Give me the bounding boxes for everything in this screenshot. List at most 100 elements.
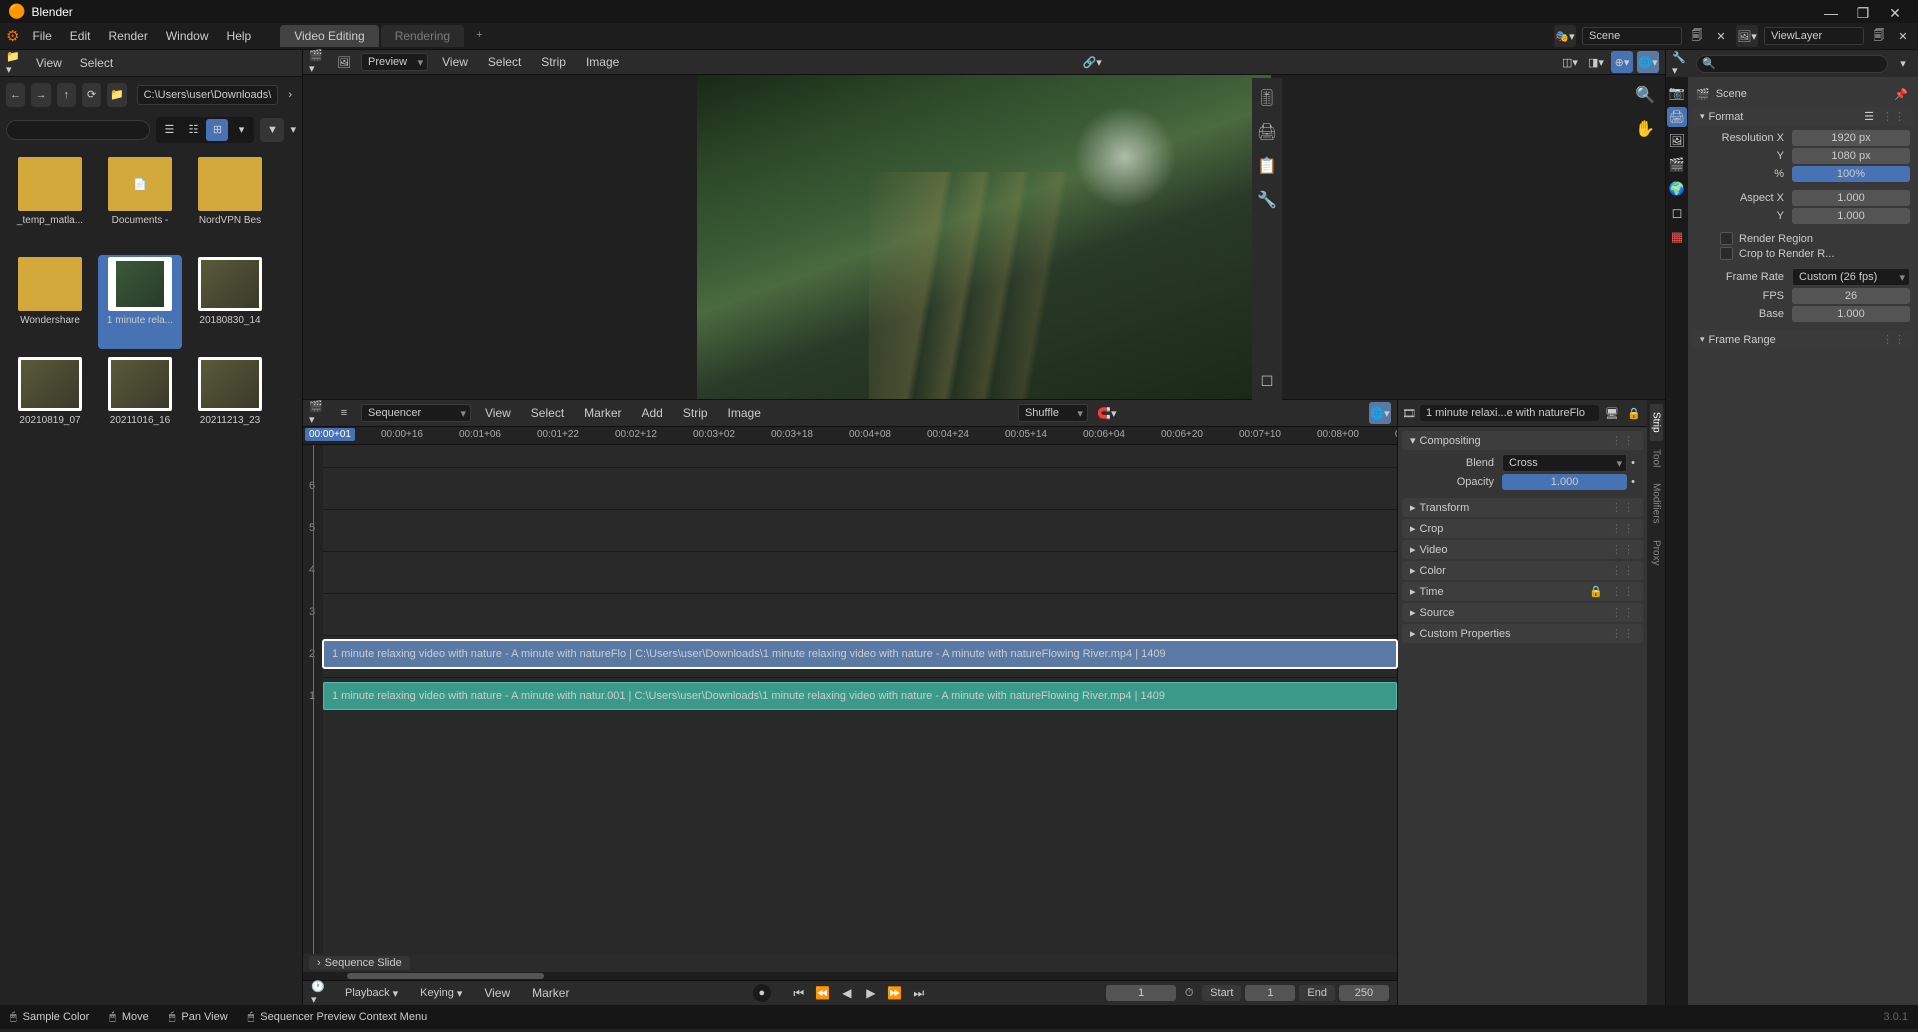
clipboard-icon[interactable]: 📋 xyxy=(1253,152,1281,180)
viewlayer-delete-icon[interactable]: ✕ xyxy=(1894,27,1912,45)
path-more-icon[interactable]: › xyxy=(284,89,296,101)
view-list-horiz-icon[interactable]: ☷ xyxy=(182,119,204,141)
seq-overlay-icon[interactable]: 🌐▾ xyxy=(1369,402,1391,424)
overlap-mode-select[interactable]: Shuffle xyxy=(1018,404,1088,422)
view-size-dropdown[interactable]: ▾ xyxy=(230,119,252,141)
seq-menu-marker[interactable]: Marker xyxy=(578,404,627,422)
file-item-folder[interactable]: 📄Documents - xyxy=(98,155,182,249)
sequencer-hscroll[interactable] xyxy=(303,972,1397,980)
scene-browse-icon[interactable]: 🎭▾ xyxy=(1554,25,1576,47)
tab-world-icon[interactable]: 🌍 xyxy=(1667,179,1687,199)
drag-handle-icon[interactable]: ⋮⋮ xyxy=(1611,501,1635,514)
end-frame-field[interactable]: 250 xyxy=(1339,985,1389,1001)
section-transform[interactable]: ▸Transform⋮⋮ xyxy=(1402,498,1643,517)
sequence-slide-tag[interactable]: › Sequence Slide xyxy=(309,956,410,970)
pv-menu-view[interactable]: View xyxy=(436,53,474,71)
scene-name-input[interactable] xyxy=(1582,27,1682,45)
keyframe-next-button[interactable]: ⏩ xyxy=(885,983,905,1003)
audio-strip[interactable]: 1 minute relaxing video with nature - A … xyxy=(323,682,1397,710)
tab-texture-icon[interactable]: ▦ xyxy=(1667,227,1687,247)
nav-refresh-button[interactable]: ⟳ xyxy=(82,83,101,107)
pb-keying-menu[interactable]: Keying ▾ xyxy=(414,985,468,1002)
pv-menu-image[interactable]: Image xyxy=(580,53,625,71)
sequencer-mode-select[interactable]: Sequencer xyxy=(361,404,471,422)
workspace-tab-video-editing[interactable]: Video Editing xyxy=(280,25,379,47)
close-button[interactable]: ✕ xyxy=(1888,5,1902,19)
view-list-vert-icon[interactable]: ☰ xyxy=(158,119,180,141)
fb-menu-view[interactable]: View xyxy=(30,54,68,72)
scene-new-icon[interactable]: 🗐 xyxy=(1688,27,1706,45)
seq-menu-select[interactable]: Select xyxy=(525,404,570,422)
nav-newfolder-button[interactable]: 📁 xyxy=(107,83,126,107)
autokey-icon[interactable]: ● xyxy=(753,984,771,1002)
nav-up-button[interactable]: ↑ xyxy=(57,83,76,107)
drag-handle-icon[interactable]: ⋮⋮ xyxy=(1611,585,1635,598)
fps-field[interactable]: 26 xyxy=(1792,288,1910,304)
filebrowser-editor-icon[interactable]: 📁▾ xyxy=(6,54,24,72)
props-search-input[interactable] xyxy=(1696,55,1888,73)
play-button[interactable]: ▶ xyxy=(861,983,881,1003)
jump-end-button[interactable]: ⏭ xyxy=(909,983,929,1003)
drag-handle-icon[interactable]: ⋮⋮ xyxy=(1611,627,1635,640)
drag-handle-icon[interactable]: ⋮⋮ xyxy=(1611,606,1635,619)
render-result-icon[interactable]: 🖨 xyxy=(1253,118,1281,146)
timeline-ruler[interactable]: 00:00+01 00:00+16 00:01+06 00:01+22 00:0… xyxy=(303,427,1397,445)
pb-view-menu[interactable]: View xyxy=(478,984,516,1002)
resx-field[interactable]: 1920 px xyxy=(1792,130,1910,146)
preview-mode-select[interactable]: Preview xyxy=(361,53,428,71)
tab-scene-icon[interactable]: 🎬 xyxy=(1667,155,1687,175)
preset-icon[interactable]: ☰ xyxy=(1864,110,1874,123)
keyframe-prev-button[interactable]: ⏪ xyxy=(813,983,833,1003)
file-item-folder[interactable]: _temp_matla... xyxy=(8,155,92,249)
current-frame-field[interactable]: 1 xyxy=(1106,985,1176,1001)
tab-viewlayer-icon[interactable]: 🖼 xyxy=(1667,131,1687,151)
viewlayer-browse-icon[interactable]: 🖼▾ xyxy=(1736,25,1758,47)
timeline-editor-icon[interactable]: 🕐▾ xyxy=(311,984,329,1002)
section-compositing[interactable]: ▾Compositing⋮⋮ xyxy=(1402,431,1643,450)
vtab-modifiers[interactable]: Modifiers xyxy=(1650,475,1663,532)
maximize-button[interactable]: ❐ xyxy=(1856,5,1870,19)
video-strip[interactable]: 1 minute relaxing video with nature - A … xyxy=(323,640,1397,668)
fb-menu-select[interactable]: Select xyxy=(74,54,119,72)
file-item-photo[interactable]: 20211213_23 xyxy=(188,355,272,449)
viewport-icon[interactable]: ◻ xyxy=(1253,366,1281,394)
workspace-tab-rendering[interactable]: Rendering xyxy=(381,25,464,47)
scene-delete-icon[interactable]: ✕ xyxy=(1712,27,1730,45)
pb-marker-menu[interactable]: Marker xyxy=(526,984,575,1002)
keyframe-dot-icon[interactable]: • xyxy=(1627,476,1639,488)
file-item-folder[interactable]: NordVPN Bes xyxy=(188,155,272,249)
playhead-label[interactable]: 00:00+01 xyxy=(305,428,355,441)
pb-playback-menu[interactable]: Playback ▾ xyxy=(339,985,404,1002)
drag-handle-icon[interactable]: ⋮⋮ xyxy=(1882,110,1906,123)
sequencer-editor-icon[interactable]: 🎬▾ xyxy=(309,404,327,422)
playhead-line[interactable] xyxy=(313,445,314,954)
section-custom-properties[interactable]: ▸Custom Properties⋮⋮ xyxy=(1402,624,1643,643)
vtab-strip[interactable]: Strip xyxy=(1650,404,1663,441)
section-source[interactable]: ▸Source⋮⋮ xyxy=(1402,603,1643,622)
section-color[interactable]: ▸Color⋮⋮ xyxy=(1402,561,1643,580)
jump-start-button[interactable]: ⏮ xyxy=(789,983,809,1003)
pv-menu-strip[interactable]: Strip xyxy=(535,53,572,71)
fb-search-input[interactable] xyxy=(6,120,150,140)
section-crop[interactable]: ▸Crop⋮⋮ xyxy=(1402,519,1643,538)
seq-menu-strip[interactable]: Strip xyxy=(677,404,714,422)
drag-handle-icon[interactable]: ⋮⋮ xyxy=(1611,434,1635,447)
pin-icon[interactable]: 📌 xyxy=(1892,85,1910,103)
props-editor-icon[interactable]: 🔧▾ xyxy=(1672,55,1690,73)
adjust-icon[interactable]: 🎚 xyxy=(1253,84,1281,112)
section-time[interactable]: ▸Time🔒⋮⋮ xyxy=(1402,582,1643,601)
pivot-icon[interactable]: 🔗▾ xyxy=(1081,51,1103,73)
strip-name-input[interactable]: 1 minute relaxi...e with natureFlo xyxy=(1420,405,1599,421)
preview-canvas[interactable]: 🔍 ✋ xyxy=(303,75,1665,399)
file-item-video-selected[interactable]: 1 minute rela... xyxy=(98,255,182,349)
file-item-photo[interactable]: 20210819_07 xyxy=(8,355,92,449)
drag-handle-icon[interactable]: ⋮⋮ xyxy=(1611,522,1635,535)
tab-output-icon[interactable]: 🖨 xyxy=(1667,107,1687,127)
menu-render[interactable]: Render xyxy=(99,26,156,46)
viewlayer-new-icon[interactable]: 🗐 xyxy=(1870,27,1888,45)
render-region-checkbox[interactable] xyxy=(1720,232,1733,245)
resy-field[interactable]: 1080 px xyxy=(1792,148,1910,164)
filter-button[interactable]: ▼ xyxy=(260,118,284,142)
aspy-field[interactable]: 1.000 xyxy=(1792,208,1910,224)
vtab-tool[interactable]: Tool xyxy=(1650,441,1663,475)
